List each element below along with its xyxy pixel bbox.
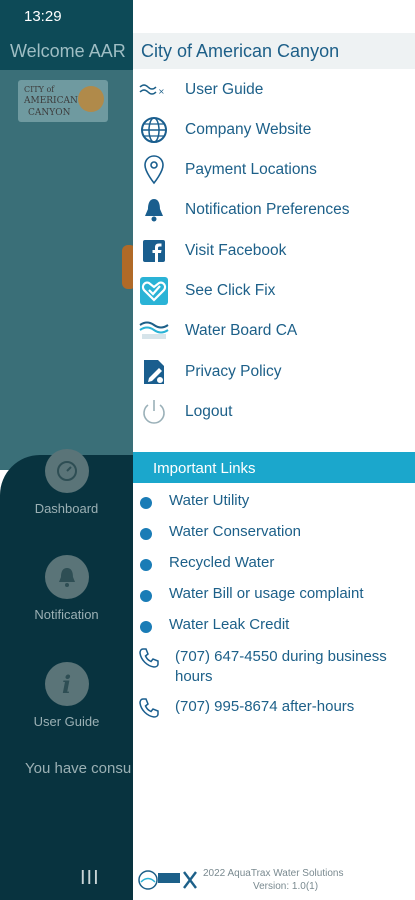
seeclickfix-icon: [139, 276, 169, 306]
bullet-icon: [140, 621, 152, 633]
power-icon: [139, 397, 169, 427]
app-hero: [0, 70, 133, 470]
menu-item-notification-preferences[interactable]: Notification Preferences: [133, 190, 415, 230]
bell-icon: [139, 195, 169, 225]
menu-item-visit-facebook[interactable]: Visit Facebook: [133, 231, 415, 271]
bell-icon: [44, 555, 89, 599]
menu-item-payment-locations[interactable]: Payment Locations: [133, 150, 415, 190]
footer-version: Version: 1.0(1): [253, 881, 319, 892]
phone-icon: [138, 647, 160, 669]
water-board-icon: [139, 316, 169, 346]
background-app: 13:29 Welcome AAR CITY of AMERICAN CANYO…: [0, 0, 133, 900]
city-logo: CITY of AMERICAN CANYON: [18, 80, 108, 122]
hero-decoration: [122, 245, 133, 289]
navigation-drawer: City of American Canyon × User Guide Com…: [133, 0, 415, 900]
menu-item-water-board-ca[interactable]: Water Board CA: [133, 311, 415, 351]
nav-dashboard[interactable]: Dashboard: [0, 449, 133, 516]
svg-text:×: ×: [158, 87, 165, 96]
welcome-text: Welcome AAR: [10, 41, 126, 61]
drawer-header: City of American Canyon: [133, 33, 415, 69]
footer-copyright: 2022 AquaTrax Water Solutions: [203, 868, 344, 879]
nav-notification[interactable]: Notification: [0, 555, 133, 622]
globe-icon: [139, 115, 169, 145]
aquatrax-logo: [138, 869, 200, 891]
bullet-icon: [140, 497, 152, 509]
consumed-text: You have consu: [25, 760, 132, 777]
phone-icon: [138, 697, 160, 719]
menu-item-see-click-fix[interactable]: See Click Fix: [133, 271, 415, 311]
menu-item-company-website[interactable]: Company Website: [133, 110, 415, 150]
drawer-footer: 2022 AquaTrax Water Solutions Version: 1…: [133, 866, 415, 896]
menu-item-logout[interactable]: Logout: [133, 392, 415, 432]
bullet-icon: [140, 559, 152, 571]
info-icon: i: [44, 662, 89, 706]
logo-sun-icon: [78, 86, 104, 112]
facebook-icon: [139, 236, 169, 266]
bullet-icon: [140, 528, 152, 540]
user-guide-logo-icon: ×: [139, 75, 169, 105]
menu-item-user-guide[interactable]: × User Guide: [133, 70, 415, 110]
nav-user-guide[interactable]: i User Guide: [0, 662, 133, 729]
status-time: 13:29: [24, 8, 62, 25]
gauge-icon: [44, 449, 89, 493]
android-recents-button[interactable]: III: [80, 867, 100, 890]
important-links-header: Important Links: [133, 452, 415, 483]
privacy-icon: [139, 357, 169, 387]
location-pin-icon: [139, 155, 169, 185]
drawer-title: City of American Canyon: [141, 41, 340, 61]
bullet-icon: [140, 590, 152, 602]
menu-item-privacy-policy[interactable]: Privacy Policy: [133, 352, 415, 392]
